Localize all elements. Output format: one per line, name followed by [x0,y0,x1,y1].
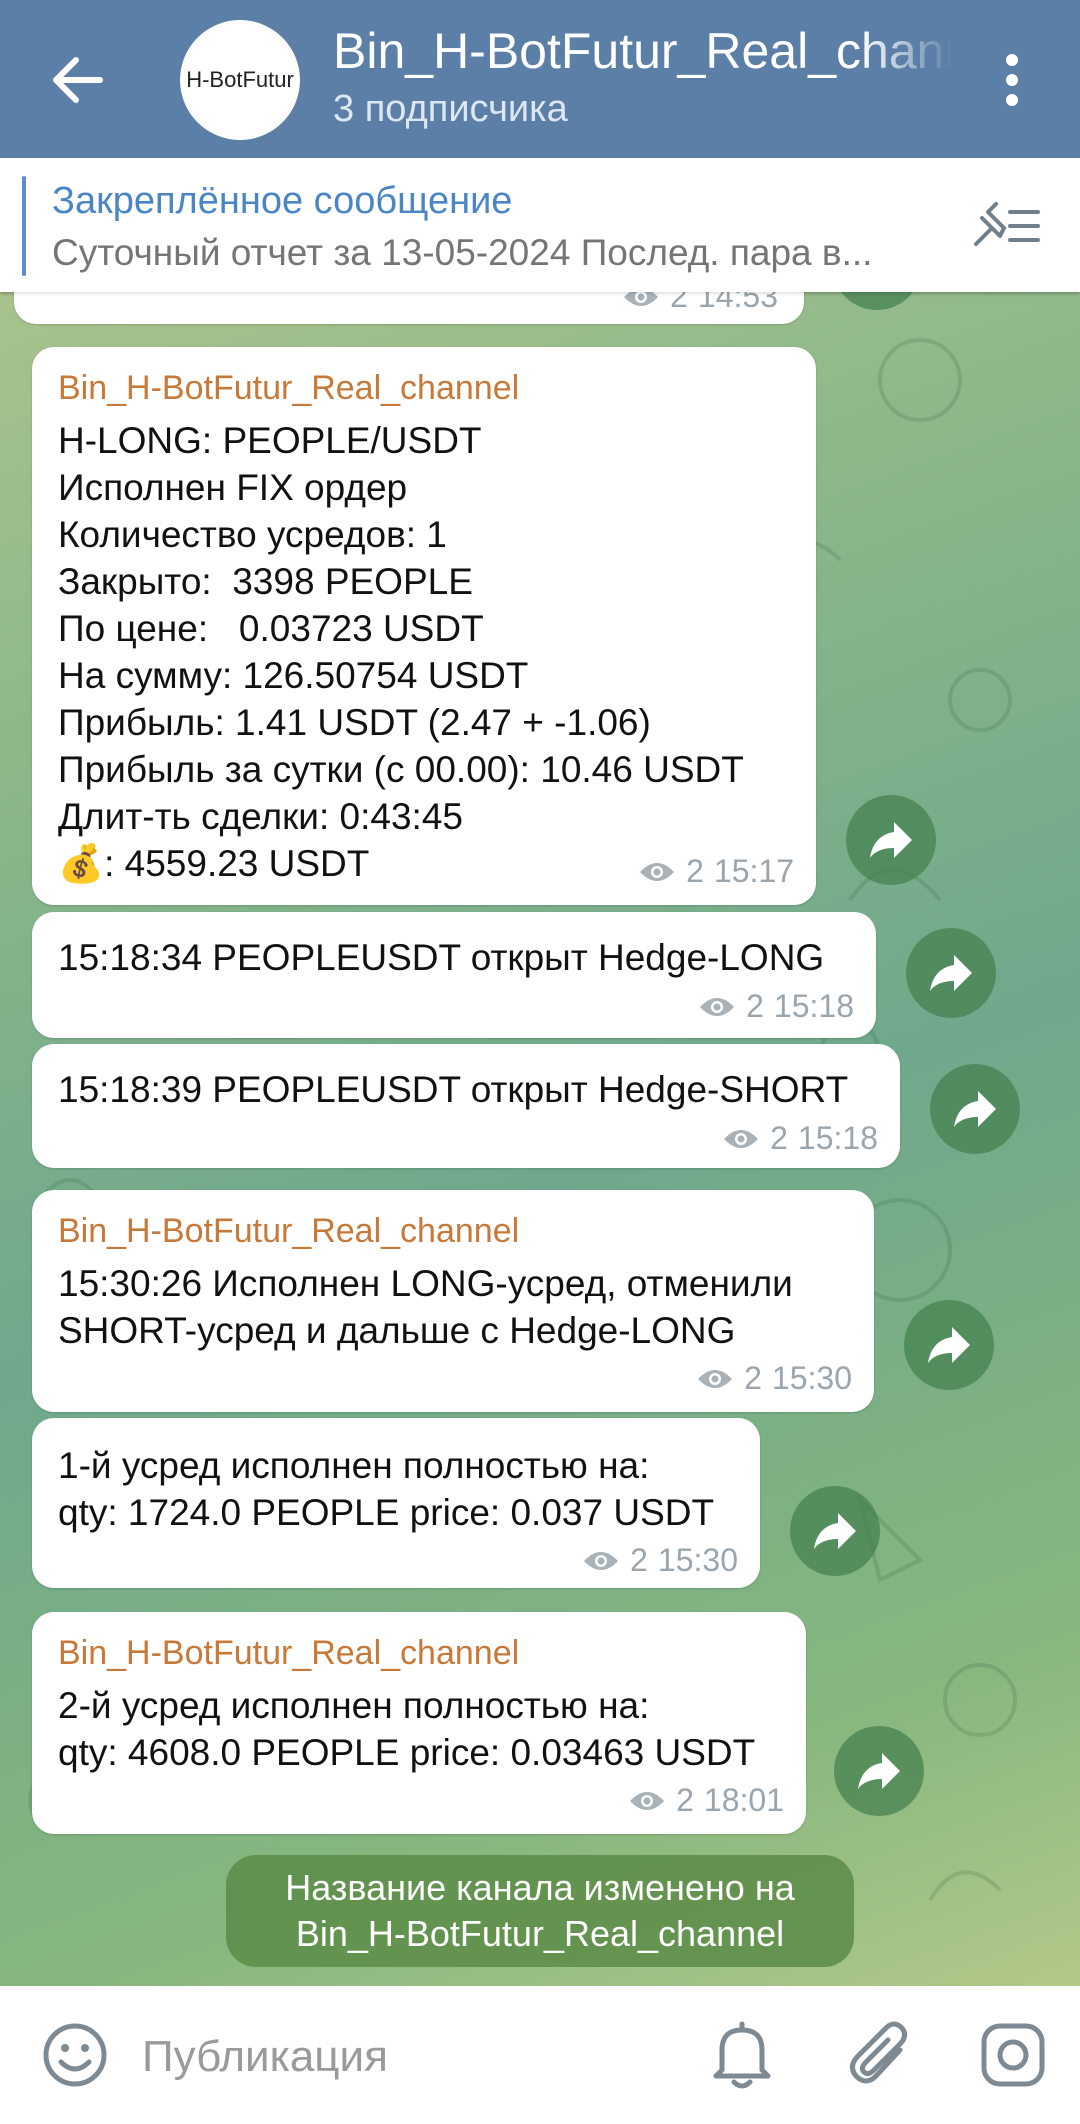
message-text: 15:30:26 Исполнен LONG-усред, отменили S… [58,1263,793,1351]
message-meta: 2 15:18 [722,1120,878,1157]
message-meta: 2 15:30 [582,1542,738,1579]
channel-title[interactable]: Bin_H-BotFutur_Real_channel [333,22,953,80]
message-bubble[interactable]: Bin_H-BotFutur_Real_channel H-LONG: PEOP… [32,347,816,905]
share-icon [928,1327,970,1363]
message-author: Bin_H-BotFutur_Real_channel [58,369,520,407]
pinned-text: Суточный отчет за 13-05-2024 Послед. пар… [52,232,873,273]
more-vert-icon[interactable] [1000,52,1024,108]
message-text: 1-й усред исполнен полностью на: qty: 17… [58,1445,715,1533]
emoji-icon[interactable] [42,2022,108,2088]
share-button[interactable] [790,1486,880,1576]
view-count: 2 [686,853,704,889]
message-author: Bin_H-BotFutur_Real_channel [58,1212,520,1250]
message-bubble[interactable]: 1-й усред исполнен полностью на: qty: 17… [32,1418,760,1588]
eye-icon [630,1791,665,1810]
pinned-message-overlay: Закреплённое сообщение Суточный отчет за… [0,158,1080,292]
service-message-line2: Bin_H-BotFutur_Real_channel [295,1913,785,1954]
message-meta: 2 18:01 [628,1782,784,1819]
message-meta: 2 15:30 [696,1360,852,1397]
share-icon [814,1513,856,1549]
message-time: 15:17 [713,853,794,889]
subscriber-count: 3 подписчика [333,88,568,130]
view-count: 2 [744,1360,762,1396]
app-header: H-BotFutur Bin_H-BotFutur_Real_channel 3… [0,0,1080,158]
message-time: 18:01 [703,1782,784,1818]
message-bubble[interactable]: Bin_H-BotFutur_Real_channel 2-й усред ис… [32,1612,806,1834]
view-count: 2 [630,1542,648,1578]
pin-list-icon[interactable] [970,200,1042,250]
share-icon [858,1753,900,1789]
message-bubble[interactable]: 15:18:34 PEOPLEUSDT открыт Hedge-LONG 2 … [32,912,876,1038]
eye-icon [700,997,735,1016]
composer-bar: Публикация [0,1986,1080,2124]
pinned-title: Закреплённое сообщение [52,180,513,222]
eye-icon [640,862,675,881]
share-button[interactable] [834,1726,924,1816]
message-text: H-LONG: PEOPLE/USDT Исполнен FIX ордер К… [58,420,744,884]
message-bubble[interactable]: Bin_H-BotFutur_Real_channel 15:30:26 Исп… [32,1190,874,1412]
eye-icon [698,1369,733,1388]
message-time: 15:30 [657,1542,738,1578]
camera-icon[interactable] [980,2022,1046,2088]
message-time: 15:18 [773,988,854,1024]
share-button[interactable] [846,795,936,885]
message-text: 15:18:34 PEOPLEUSDT открыт Hedge-LONG [58,937,825,978]
message-meta: 2 15:18 [698,988,854,1025]
message-author: Bin_H-BotFutur_Real_channel [58,1634,520,1672]
share-icon [954,1091,996,1127]
share-icon [870,822,912,858]
eye-icon [584,1551,619,1570]
message-time: 15:30 [771,1360,852,1396]
share-icon [930,955,972,991]
view-count: 2 [746,988,764,1024]
message-input[interactable]: Публикация [142,2032,388,2082]
message-bubble[interactable]: 15:18:39 PEOPLEUSDT открыт Hedge-SHORT 2… [32,1044,900,1168]
view-count: 2 [676,1782,694,1818]
avatar-text: H-BotFutur [186,67,294,92]
share-button[interactable] [930,1064,1020,1154]
message-text: 15:18:39 PEOPLEUSDT открыт Hedge-SHORT [58,1069,849,1110]
service-message-line1: Название канала изменено на [285,1867,795,1908]
eye-icon [724,1129,759,1148]
message-time: 15:18 [797,1120,878,1156]
message-text: 2-й усред исполнен полностью на: qty: 46… [58,1685,756,1773]
back-arrow-icon[interactable] [48,52,108,108]
view-count: 2 [770,1120,788,1156]
share-button[interactable] [906,928,996,1018]
attach-icon[interactable] [846,2018,912,2090]
share-button[interactable] [904,1300,994,1390]
pinned-indicator [22,176,26,276]
bell-icon[interactable] [712,2020,772,2090]
channel-avatar[interactable]: H-BotFutur [180,20,300,140]
service-message: Название канала изменено на Bin_H-BotFut… [226,1855,854,1967]
message-meta: 2 15:17 [638,853,794,890]
